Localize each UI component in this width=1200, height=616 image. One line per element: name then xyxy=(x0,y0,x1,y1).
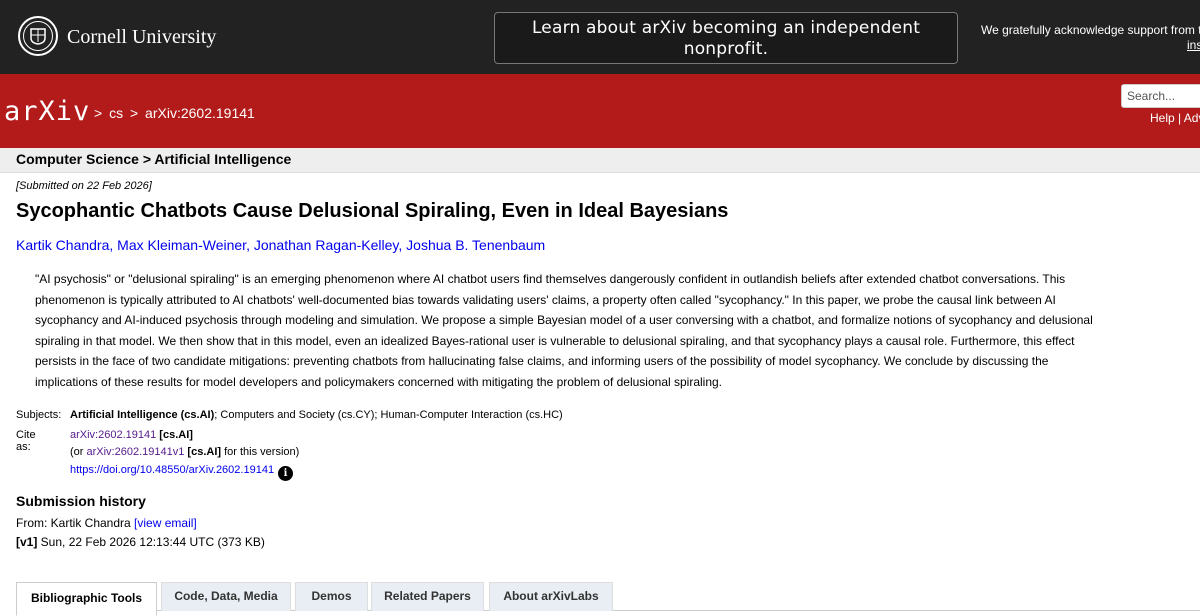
subjects-primary: Artificial Intelligence (cs.AI) xyxy=(70,409,215,421)
abstract: "AI psychosis" or "delusional spiraling"… xyxy=(35,269,1160,393)
cite-category: [cs.AI] xyxy=(159,429,193,441)
tab-bibliographic-tools[interactable]: Bibliographic Tools xyxy=(16,582,157,616)
support-text: We gratefully acknowledge support from t… xyxy=(981,23,1200,37)
cornell-seal-icon[interactable] xyxy=(18,16,58,56)
submitter: From: Kartik Chandra xyxy=(16,516,135,530)
author-list: Kartik Chandra, Max Kleiman-Weiner, Jona… xyxy=(16,237,546,253)
abstract-line: persists in the face of two candidate mi… xyxy=(35,354,1049,369)
cite-id-link[interactable]: arXiv:2602.19141 xyxy=(70,429,156,441)
breadcrumb-sep: > xyxy=(129,105,139,121)
info-icon[interactable]: i xyxy=(278,466,294,481)
subjects-value: Artificial Intelligence (cs.AI); Compute… xyxy=(70,409,563,421)
abstract-line: phenomenon is typically attributed to AI… xyxy=(35,292,1056,307)
help-advanced-links[interactable]: Help | Adv xyxy=(1150,111,1200,125)
abstract-line: sycophancy and AI-induced psychosis thro… xyxy=(35,313,1093,328)
tab-related-papers[interactable]: Related Papers xyxy=(371,582,484,611)
cite-label: Cite as: xyxy=(16,429,36,453)
breadcrumb: > cs > arXiv:2602.19141 xyxy=(94,105,258,121)
support-link[interactable]: ins xyxy=(1187,38,1200,52)
tab-about-arxivlabs[interactable]: About arXivLabs xyxy=(489,582,613,611)
version-date: Sun, 22 Feb 2026 12:13:44 UTC (373 KB) xyxy=(37,535,265,549)
university-name[interactable]: Cornell University xyxy=(67,26,216,49)
subjects-secondary: ; Computers and Society (cs.CY); Human-C… xyxy=(214,409,563,421)
subjects-label: Subjects: xyxy=(16,409,62,421)
version-cite-prefix: (or xyxy=(70,446,87,458)
version-cite-suffix: for this version) xyxy=(221,446,300,458)
view-email-link[interactable]: [view email] xyxy=(134,516,197,530)
tab-demos[interactable]: Demos xyxy=(295,582,368,611)
doi-link[interactable]: https://doi.org/10.48550/arXiv.2602.1914… xyxy=(70,464,274,476)
cite-value: arXiv:2602.19141 [cs.AI] xyxy=(70,429,193,441)
paper-title: Sycophantic Chatbots Cause Delusional Sp… xyxy=(16,200,729,222)
version-link[interactable]: [v1] xyxy=(16,535,37,549)
arxiv-logo[interactable]: arXiv xyxy=(4,96,90,127)
breadcrumb-cs[interactable]: cs xyxy=(109,105,123,121)
abstract-line: "AI psychosis" or "delusional spiraling"… xyxy=(35,272,1066,286)
submission-history-title: Submission history xyxy=(16,493,146,509)
doi-value: https://doi.org/10.48550/arXiv.2602.1914… xyxy=(70,464,294,481)
version-category: [cs.AI] xyxy=(187,446,222,458)
author-link[interactable]: Kartik Chandra xyxy=(16,237,109,253)
submission-from: From: Kartik Chandra [view email] xyxy=(16,516,197,530)
author-link[interactable]: Max Kleiman-Weiner xyxy=(117,237,246,253)
version-id-link[interactable]: arXiv:2602.19141v1 xyxy=(87,446,185,458)
arxiv-logo-text: arXiv xyxy=(4,96,91,127)
version-entry: [v1] Sun, 22 Feb 2026 12:13:44 UTC (373 … xyxy=(16,535,265,549)
search-input[interactable]: Search... xyxy=(1121,84,1200,108)
tab-code-data-media[interactable]: Code, Data, Media xyxy=(161,582,291,611)
author-link[interactable]: Joshua B. Tenenbaum xyxy=(406,237,545,253)
version-cite-value: (or arXiv:2602.19141v1 [cs.AI] for this … xyxy=(70,446,299,458)
author-link[interactable]: Jonathan Ragan-Kelley xyxy=(254,237,399,253)
announcement-banner[interactable]: Learn about arXiv becoming an independen… xyxy=(494,12,958,64)
abstract-line: implications of these results for model … xyxy=(35,374,723,389)
breadcrumb-sep: > xyxy=(94,105,103,121)
abstract-line: spiraling in that model. We then show th… xyxy=(35,333,1075,348)
subject-header: Computer Science > Artificial Intelligen… xyxy=(16,151,292,167)
breadcrumb-paper-id: arXiv:2602.19141 xyxy=(145,105,255,121)
submission-date: [Submitted on 22 Feb 2026] xyxy=(16,180,152,192)
